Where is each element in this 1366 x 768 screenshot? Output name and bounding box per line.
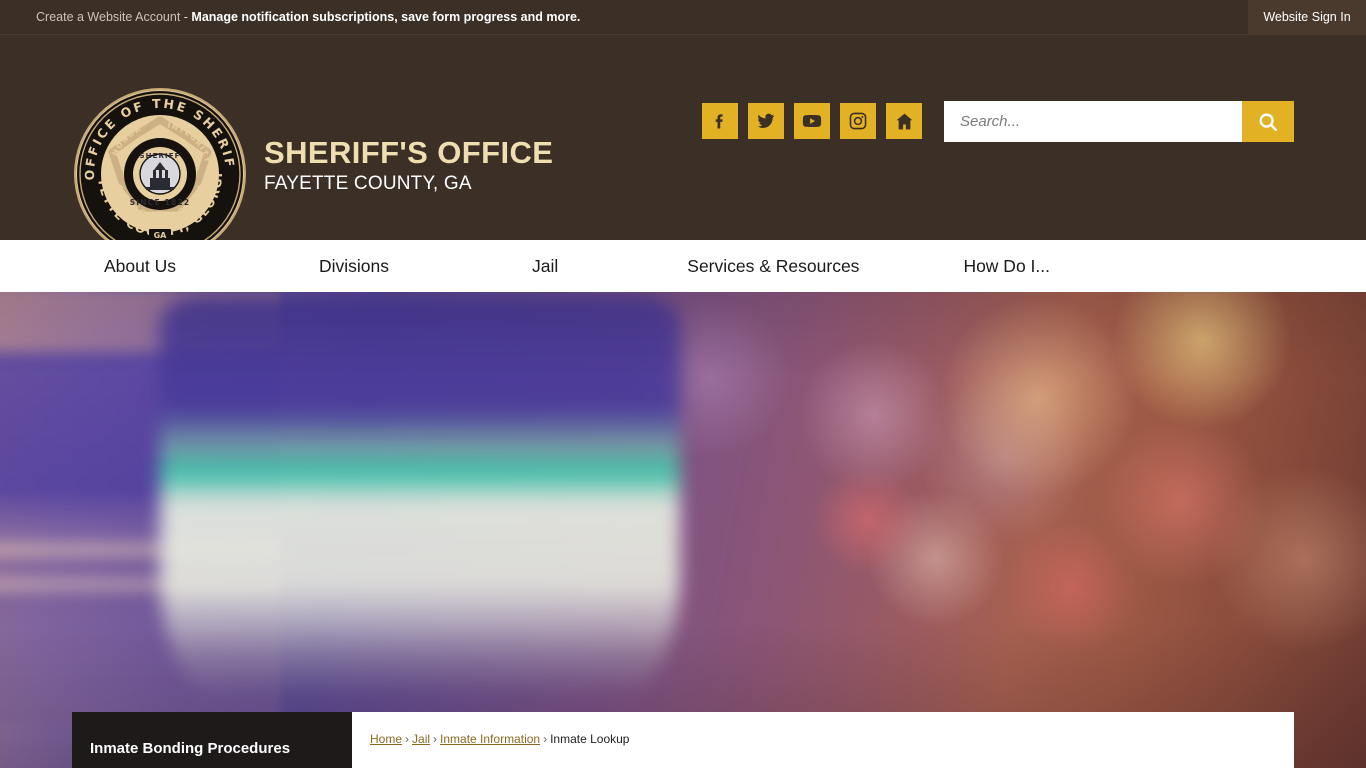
top-utility-bar: Create a Website Account - Manage notifi… — [0, 0, 1366, 35]
site-search-input[interactable] — [944, 101, 1242, 142]
nav-item-services-resources[interactable]: Services & Resources — [687, 256, 859, 277]
nav-item-about-us[interactable]: About Us — [104, 256, 176, 277]
create-account-tagline: Manage notification subscriptions, save … — [191, 10, 580, 24]
site-logo[interactable]: OFFICE OF THE SHERIFF FAYETTE COUNTY, GE… — [76, 90, 553, 258]
instagram-icon[interactable] — [840, 103, 876, 139]
create-account-message: Create a Website Account - Manage notifi… — [36, 0, 580, 35]
page-body: Inmate Bonding Procedures Commissary Inm… — [72, 712, 1294, 768]
message-separator: - — [180, 10, 191, 24]
sidebar-item-inmate-bonding-procedures[interactable]: Inmate Bonding Procedures — [72, 726, 352, 768]
svg-text:SHERIFF: SHERIFF — [140, 152, 181, 160]
sidebar-navigation: Inmate Bonding Procedures Commissary Inm… — [72, 712, 352, 768]
site-search[interactable] — [944, 101, 1294, 142]
main-content: Home›Jail›Inmate Information›Inmate Look… — [352, 712, 1294, 768]
nav-item-divisions[interactable]: Divisions — [319, 256, 389, 277]
breadcrumb-item-jail[interactable]: Jail — [412, 732, 430, 746]
website-sign-in-button[interactable]: Website Sign In — [1248, 0, 1366, 35]
breadcrumb-item-current: Inmate Lookup — [550, 732, 629, 746]
search-icon — [1257, 111, 1279, 133]
create-account-link[interactable]: Create a Website Account — [36, 10, 180, 24]
social-links — [702, 103, 922, 139]
svg-text:GA: GA — [154, 231, 168, 240]
breadcrumb-separator: › — [433, 732, 437, 746]
site-header: OFFICE OF THE SHERIFF FAYETTE COUNTY, GE… — [0, 35, 1366, 240]
org-subtitle: FAYETTE COUNTY, GA — [264, 173, 553, 195]
hero-vignette — [0, 292, 1366, 768]
breadcrumb-item-inmate-information[interactable]: Inmate Information — [440, 732, 540, 746]
site-search-submit-button[interactable] — [1242, 101, 1294, 142]
org-title: SHERIFF'S OFFICE — [264, 137, 553, 170]
nextdoor-home-icon[interactable] — [886, 103, 922, 139]
youtube-icon[interactable] — [794, 103, 830, 139]
nav-item-jail[interactable]: Jail — [532, 256, 558, 277]
main-navigation: About Us Divisions Jail Services & Resou… — [0, 240, 1366, 292]
breadcrumb-separator: › — [543, 732, 547, 746]
twitter-icon[interactable] — [748, 103, 784, 139]
hero-banner: Inmate Bonding Procedures Commissary Inm… — [0, 292, 1366, 768]
breadcrumb-separator: › — [405, 732, 409, 746]
org-name-block: SHERIFF'S OFFICE FAYETTE COUNTY, GA — [264, 137, 553, 212]
breadcrumb: Home›Jail›Inmate Information›Inmate Look… — [370, 732, 1268, 746]
svg-text:SINCE 1822: SINCE 1822 — [130, 198, 191, 207]
sheriff-seal-icon: OFFICE OF THE SHERIFF FAYETTE COUNTY, GE… — [76, 90, 244, 258]
facebook-icon[interactable] — [702, 103, 738, 139]
breadcrumb-item-home[interactable]: Home — [370, 732, 402, 746]
nav-item-how-do-i[interactable]: How Do I... — [963, 256, 1050, 277]
